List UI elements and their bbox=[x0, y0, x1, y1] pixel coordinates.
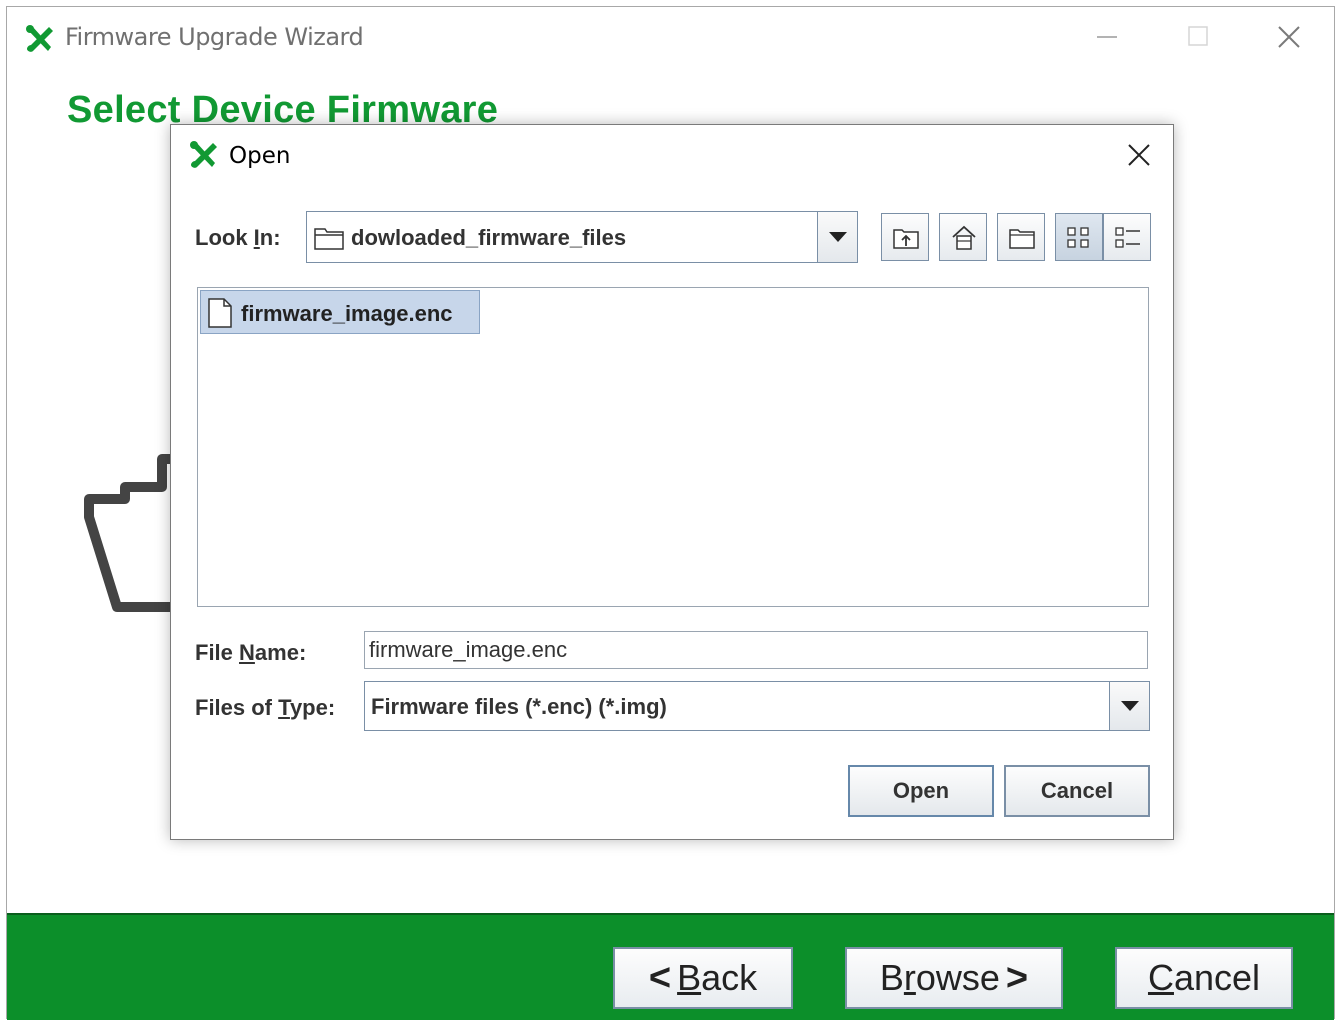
files-of-type-dropdown-arrow[interactable] bbox=[1109, 682, 1149, 730]
open-button[interactable]: Open bbox=[848, 765, 994, 817]
wizard-cancel-label: Cancel bbox=[1147, 957, 1261, 998]
up-one-level-icon bbox=[893, 229, 919, 249]
tools-icon bbox=[190, 141, 217, 168]
list-view-button[interactable] bbox=[1055, 213, 1103, 261]
tools-icon bbox=[26, 25, 53, 52]
minimize-button[interactable] bbox=[1087, 19, 1127, 55]
file-icon bbox=[208, 298, 232, 328]
folder-icon bbox=[314, 228, 344, 250]
details-view-icon bbox=[1115, 227, 1140, 248]
chevron-right-icon: > bbox=[1005, 956, 1029, 999]
home-icon bbox=[952, 225, 976, 250]
look-in-dropdown-arrow[interactable] bbox=[817, 212, 857, 262]
back-button[interactable]: < Back bbox=[613, 947, 793, 1009]
details-view-button[interactable] bbox=[1103, 213, 1151, 261]
dialog-titlebar: Open bbox=[171, 125, 1173, 185]
look-in-value: dowloaded_firmware_files bbox=[351, 225, 627, 250]
files-of-type-value: Firmware files (*.enc) (*.img) bbox=[371, 694, 667, 719]
maximize-button[interactable] bbox=[1177, 19, 1217, 55]
file-name-label: firmware_image.enc bbox=[241, 301, 453, 326]
home-button[interactable] bbox=[939, 213, 987, 261]
file-list[interactable]: firmware_image.enc bbox=[197, 287, 1149, 607]
new-folder-icon bbox=[1009, 229, 1035, 249]
minimize-icon bbox=[1097, 36, 1117, 38]
dialog-close-button[interactable] bbox=[1119, 137, 1159, 173]
list-item[interactable]: firmware_image.enc bbox=[200, 290, 480, 334]
close-button[interactable] bbox=[1269, 19, 1309, 55]
browse-label: Browse bbox=[879, 957, 1000, 998]
wizard-titlebar: Firmware Upgrade Wizard bbox=[7, 7, 1334, 67]
wizard-footer: < Back Browse > Cancel bbox=[7, 913, 1334, 1020]
chevron-down-icon bbox=[829, 232, 847, 242]
browse-button[interactable]: Browse > bbox=[845, 947, 1063, 1009]
dialog-title: Open bbox=[229, 143, 291, 169]
close-icon bbox=[1128, 144, 1150, 166]
back-label: Back bbox=[677, 957, 758, 998]
wizard-cancel-button[interactable]: Cancel bbox=[1115, 947, 1293, 1009]
file-name-label: File Name: bbox=[195, 640, 307, 665]
up-one-level-button[interactable] bbox=[881, 213, 929, 261]
chevron-left-icon: < bbox=[648, 956, 672, 999]
look-in-label: Look In: bbox=[195, 225, 281, 250]
files-of-type-dropdown[interactable]: Firmware files (*.enc) (*.img) bbox=[364, 681, 1150, 731]
new-folder-button[interactable] bbox=[997, 213, 1045, 261]
look-in-dropdown[interactable]: dowloaded_firmware_files bbox=[306, 211, 858, 263]
file-name-field[interactable] bbox=[364, 631, 1148, 669]
chevron-down-icon bbox=[1121, 701, 1139, 711]
window-title: Firmware Upgrade Wizard bbox=[65, 23, 364, 51]
maximize-icon bbox=[1188, 26, 1208, 46]
open-dialog: Open Look In: dowloaded_firmware_files f… bbox=[170, 124, 1174, 840]
close-icon bbox=[1278, 26, 1300, 48]
list-view-icon bbox=[1067, 227, 1089, 248]
dialog-cancel-button[interactable]: Cancel bbox=[1004, 765, 1150, 817]
files-of-type-label: Files of Type: bbox=[195, 695, 336, 720]
